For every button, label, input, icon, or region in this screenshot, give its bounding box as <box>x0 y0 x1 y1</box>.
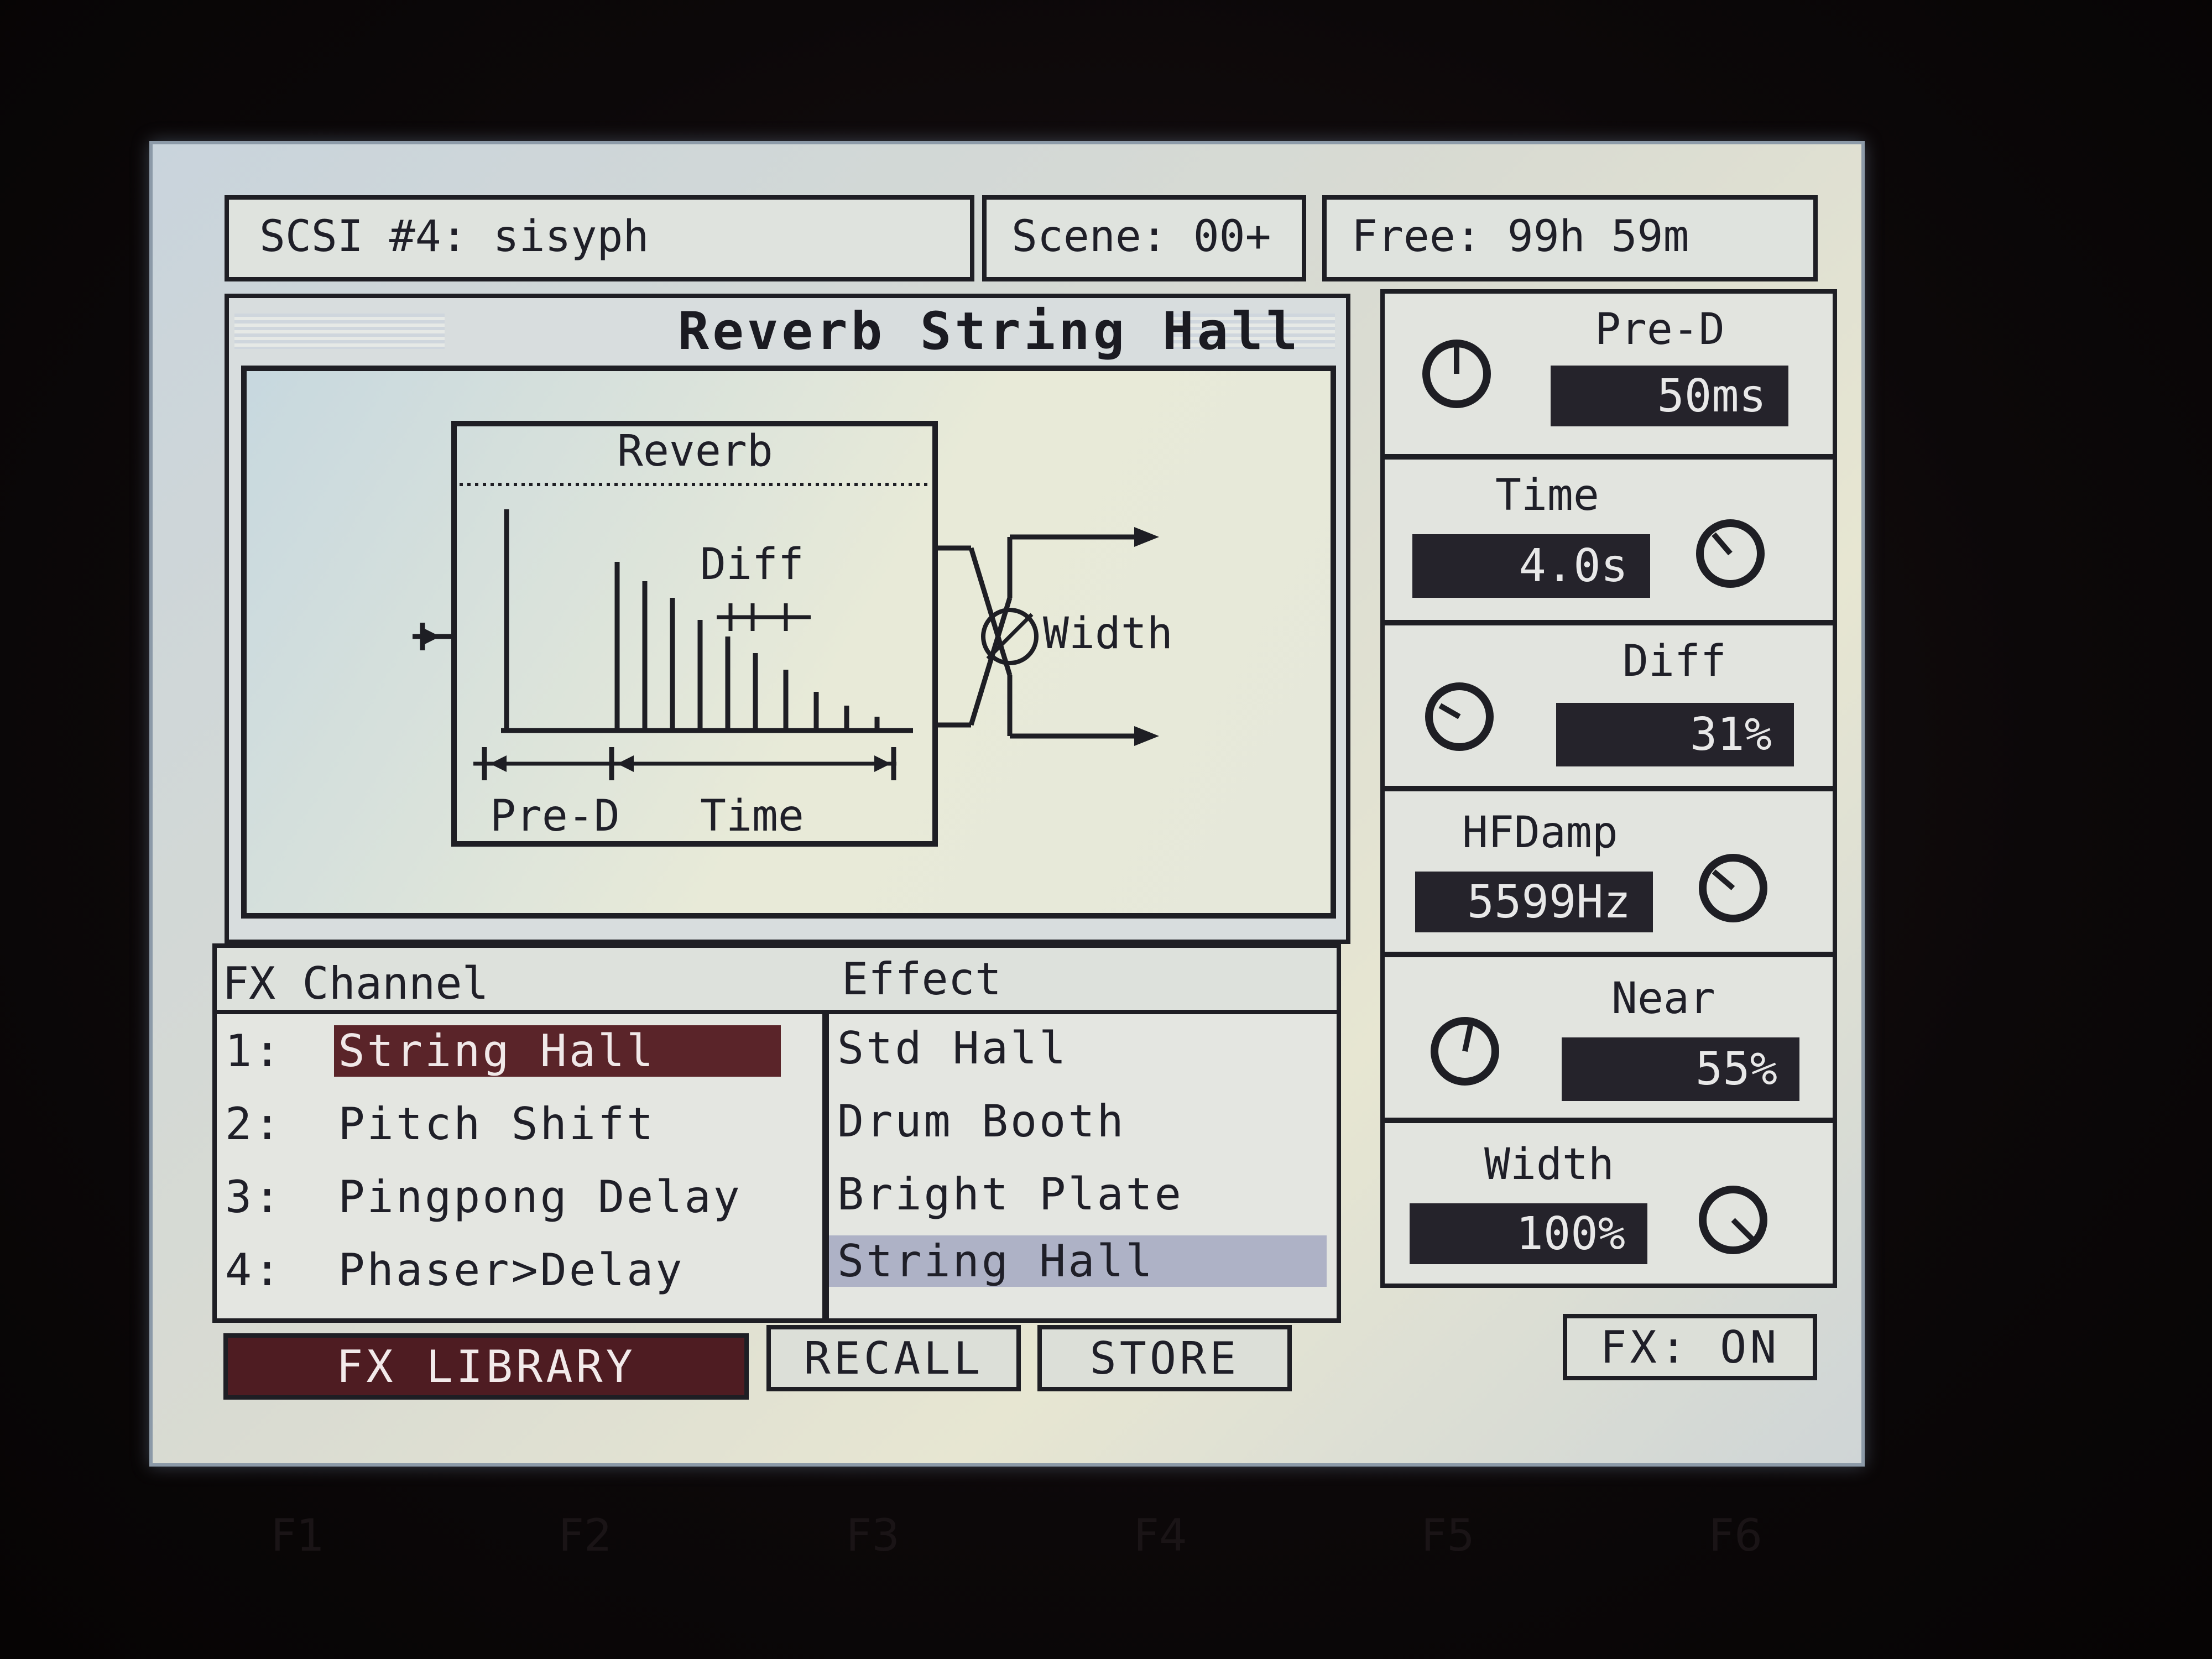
pred-label: Pre-D <box>1595 305 1725 354</box>
lcd-screen: SCSI #4: sisyph Scene: 00+ Free: 99h 59m… <box>149 141 1865 1467</box>
param-pred[interactable]: Pre-D 50ms <box>1380 289 1837 458</box>
title-stripes-left <box>234 314 445 349</box>
f3-key-label[interactable]: F3 <box>846 1510 900 1561</box>
diff-value: 31% <box>1556 703 1794 766</box>
channel-name: Pitch Shift <box>338 1098 656 1150</box>
fx-channel-header: FX Channel <box>222 958 489 1009</box>
source-label: SCSI #4: sisyph <box>259 212 649 262</box>
source-box: SCSI #4: sisyph <box>225 195 974 281</box>
lists-header: FX Channel Effect <box>212 943 1341 1019</box>
recall-button[interactable]: RECALL <box>766 1325 1021 1391</box>
f2-key-label[interactable]: F2 <box>559 1510 612 1561</box>
param-diff[interactable]: Diff 31% <box>1380 621 1837 790</box>
channel-row-1[interactable]: 1: String Hall <box>225 1025 781 1077</box>
effect-header: Effect <box>842 953 1001 1005</box>
param-hfdamp[interactable]: HFDamp 5599Hz <box>1380 787 1837 956</box>
near-label: Near <box>1611 974 1715 1024</box>
pred-knob-icon[interactable] <box>1415 332 1498 415</box>
width-knob-icon[interactable] <box>1692 1178 1775 1261</box>
channel-num: 3: <box>225 1171 283 1223</box>
time-label: Time <box>1495 471 1599 520</box>
diagram-width-label: Width <box>1043 609 1173 659</box>
effect-row-3[interactable]: Bright Plate <box>837 1168 1183 1220</box>
near-value: 55% <box>1562 1037 1799 1101</box>
f4-key-label[interactable]: F4 <box>1134 1510 1187 1561</box>
time-knob-icon[interactable] <box>1689 512 1772 595</box>
diff-label: Diff <box>1623 637 1726 686</box>
free-space-label: Free: 99h 59m <box>1352 212 1689 262</box>
effect-title: Reverb String Hall <box>677 301 1301 362</box>
scene-box: Scene: 00+ <box>982 195 1306 281</box>
channel-num: 2: <box>225 1098 283 1150</box>
hfdamp-value: 5599Hz <box>1415 872 1653 932</box>
width-value: 100% <box>1410 1203 1647 1264</box>
effect-list: Std Hall Drum Booth Bright Plate String … <box>825 1010 1341 1323</box>
channel-name: String Hall <box>333 1025 781 1077</box>
channel-name: Phaser>Delay <box>338 1244 685 1296</box>
fx-channel-list: 1: String Hall 2: Pitch Shift 3: Pingpon… <box>212 1010 827 1323</box>
fx-library-button[interactable]: FX LIBRARY <box>223 1333 749 1400</box>
param-time[interactable]: Time 4.0s <box>1380 455 1837 624</box>
f6-key-label[interactable]: F6 <box>1709 1510 1762 1561</box>
channel-row-4[interactable]: 4: Phaser>Delay <box>225 1244 684 1296</box>
scene-label: Scene: 00+ <box>1011 212 1271 262</box>
param-near[interactable]: Near 55% <box>1380 953 1837 1122</box>
diagram-diff-label: Diff <box>700 540 804 589</box>
diagram-reverb-label: Reverb <box>617 426 773 476</box>
hfdamp-label: HFDamp <box>1462 808 1618 858</box>
diagram-pred-label: Pre-D <box>490 791 620 841</box>
channel-name: Pingpong Delay <box>338 1171 742 1223</box>
reverb-diagram: Reverb Diff Width Pre-D Time <box>241 366 1336 919</box>
time-value: 4.0s <box>1412 534 1650 598</box>
param-width[interactable]: Width 100% <box>1380 1119 1837 1288</box>
width-label: Width <box>1484 1140 1614 1190</box>
channel-row-3[interactable]: 3: Pingpong Delay <box>225 1171 742 1223</box>
channel-row-2[interactable]: 2: Pitch Shift <box>225 1098 655 1150</box>
fx-on-button[interactable]: FX: ON <box>1563 1314 1817 1380</box>
effect-row-4[interactable]: String Hall <box>829 1235 1327 1287</box>
channel-num: 1: <box>225 1025 283 1077</box>
store-button[interactable]: STORE <box>1037 1325 1292 1391</box>
diff-knob-icon[interactable] <box>1418 675 1501 758</box>
hfdamp-knob-icon[interactable] <box>1692 847 1775 930</box>
f5-key-label[interactable]: F5 <box>1421 1510 1475 1561</box>
near-knob-icon[interactable] <box>1423 1010 1506 1093</box>
f1-key-label[interactable]: F1 <box>271 1510 325 1561</box>
effect-row-2[interactable]: Drum Booth <box>837 1095 1126 1147</box>
free-space-box: Free: 99h 59m <box>1322 195 1818 281</box>
channel-num: 4: <box>225 1244 283 1296</box>
effect-row-1[interactable]: Std Hall <box>837 1022 1068 1074</box>
pred-value: 50ms <box>1551 366 1788 426</box>
diagram-time-label: Time <box>700 791 804 841</box>
